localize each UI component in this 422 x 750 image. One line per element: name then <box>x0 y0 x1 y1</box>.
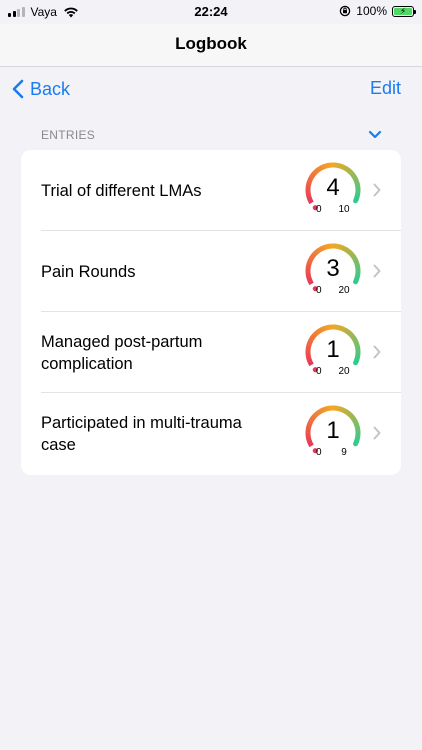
chevron-left-icon <box>12 79 24 99</box>
gauge-arc-segment <box>320 164 326 170</box>
section-header: ENTRIES <box>41 128 96 142</box>
gauge-value: 1 <box>326 417 340 444</box>
gauge-arc-segment <box>345 166 351 173</box>
gauge-max: 10 <box>338 204 350 215</box>
entry-title: Trial of different LMAs <box>41 181 202 200</box>
chevron-right-icon <box>373 345 381 359</box>
gauge-arc-segment <box>315 409 322 416</box>
progress-gauge: 4 0 10 <box>301 158 365 222</box>
orientation-lock-icon <box>340 5 351 17</box>
chevron-right-icon <box>373 426 381 440</box>
gauge-max: 20 <box>338 366 350 377</box>
gauge-max: 9 <box>341 447 347 458</box>
gauge-arc-segment <box>336 324 341 331</box>
gauge-arc-segment <box>318 327 324 334</box>
gauge-arc-segment <box>318 408 324 415</box>
entry-title: Managed post-partum complication <box>41 332 203 373</box>
chevron-right-icon <box>373 183 381 197</box>
gauge-arc-segment <box>336 405 341 412</box>
gauge-arc-segment <box>325 162 330 169</box>
gauge-arc-segment <box>340 245 346 251</box>
progress-gauge: 3 0 20 <box>301 239 365 303</box>
gauge-arc-segment <box>318 246 324 253</box>
gauge-arc-segment <box>315 328 322 335</box>
gauge-arc-segment <box>346 168 353 175</box>
chevron-right-icon <box>373 264 381 278</box>
charging-bolt-icon: ⚡ <box>399 5 407 16</box>
gauge-arc-segment <box>346 330 353 337</box>
edit-button[interactable]: Edit <box>370 78 401 99</box>
progress-gauge: 1 0 20 <box>301 320 365 384</box>
battery-cap <box>414 9 416 14</box>
back-button-label: Back <box>30 78 71 99</box>
gauge-arc-segment <box>313 411 320 417</box>
gauge-arc-segment <box>345 328 351 335</box>
gauge-arc-segment <box>345 247 351 254</box>
gauge-arc-segment <box>338 325 343 332</box>
gauge-arc-segment <box>323 163 328 169</box>
battery-icon: ⚡ <box>392 5 416 17</box>
gauge-arc-segment <box>323 325 328 331</box>
page-title: Logbook <box>175 34 247 53</box>
gauge-arc-segment <box>320 407 326 413</box>
list-item[interactable]: Participated in multi-trauma case 1 0 9 <box>21 393 401 474</box>
gauge-arc-segment <box>340 407 346 413</box>
gauge-arc-segment <box>336 162 341 169</box>
gauge-min: 0 <box>316 204 322 215</box>
gauge-arc-segment <box>338 406 343 413</box>
gauge-min: 0 <box>316 447 322 458</box>
progress-gauge: 1 0 9 <box>301 401 365 465</box>
entries-list: Trial of different LMAs 4 0 10 Pain Roun… <box>21 150 401 475</box>
gauge-min: 0 <box>316 285 322 296</box>
gauge-arc-segment <box>338 244 343 251</box>
status-right: 100% ⚡ <box>339 4 416 18</box>
gauge-arc-segment <box>343 165 348 172</box>
gauge-max: 20 <box>338 285 350 296</box>
gauge-value: 4 <box>326 174 340 201</box>
gauge-arc-segment <box>343 408 348 415</box>
gauge-arc-segment <box>343 246 348 253</box>
gauge-arc-segment <box>318 165 324 172</box>
gauge-arc-segment <box>325 405 330 412</box>
gauge-arc-segment <box>313 330 320 336</box>
entry-title: Pain Rounds <box>41 262 136 281</box>
gauge-arc-segment <box>315 247 322 254</box>
gauge-arc-segment <box>323 406 328 412</box>
gauge-arc-segment <box>325 324 330 331</box>
gauge-arc-segment <box>325 243 330 250</box>
gauge-arc-segment <box>323 244 328 250</box>
list-item[interactable]: Pain Rounds 3 0 20 <box>21 231 401 312</box>
list-item[interactable]: Trial of different LMAs 4 0 10 <box>21 150 401 231</box>
gauge-arc-segment <box>315 166 322 173</box>
chevron-down-icon[interactable] <box>366 128 384 142</box>
gauge-arc-segment <box>313 168 320 174</box>
gauge-arc-segment <box>346 249 353 256</box>
gauge-arc-segment <box>343 327 348 334</box>
back-button[interactable]: Back <box>12 76 70 102</box>
gauge-arc-segment <box>338 163 343 170</box>
gauge-arc-segment <box>346 411 353 418</box>
battery-percent: 100% <box>356 4 387 18</box>
gauge-arc-segment <box>345 409 351 416</box>
status-bar: Vaya 22:24 100% ⚡ <box>0 0 422 24</box>
gauge-arc-segment <box>320 245 326 251</box>
navigation-bar: Logbook <box>0 24 422 67</box>
gauge-value: 3 <box>326 255 340 282</box>
gauge-arc-segment <box>336 243 341 250</box>
gauge-arc-segment <box>340 326 346 332</box>
entry-title: Participated in multi-trauma case <box>41 413 242 454</box>
gauge-arc-segment <box>313 249 320 255</box>
list-item[interactable]: Managed post-partum complication 1 0 20 <box>21 312 401 393</box>
gauge-min: 0 <box>316 366 322 377</box>
gauge-arc-segment <box>340 164 346 170</box>
gauge-arc-segment <box>320 326 326 332</box>
gauge-value: 1 <box>326 336 340 363</box>
